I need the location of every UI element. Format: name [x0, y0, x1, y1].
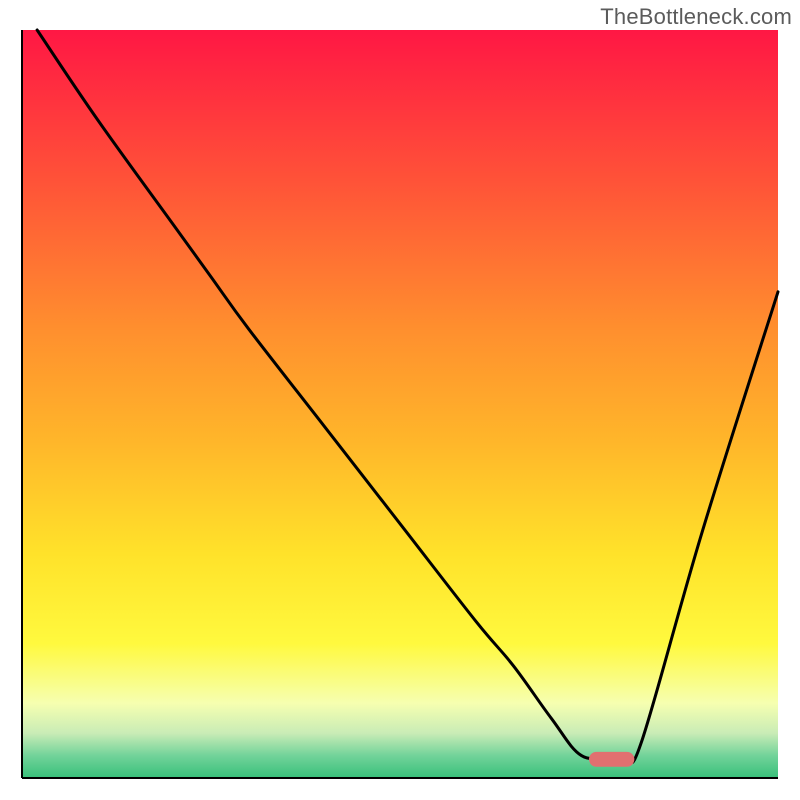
- chart-canvas: [0, 0, 800, 800]
- watermark-text: TheBottleneck.com: [600, 4, 792, 30]
- optimal-marker: [589, 752, 634, 767]
- bottleneck-chart: TheBottleneck.com: [0, 0, 800, 800]
